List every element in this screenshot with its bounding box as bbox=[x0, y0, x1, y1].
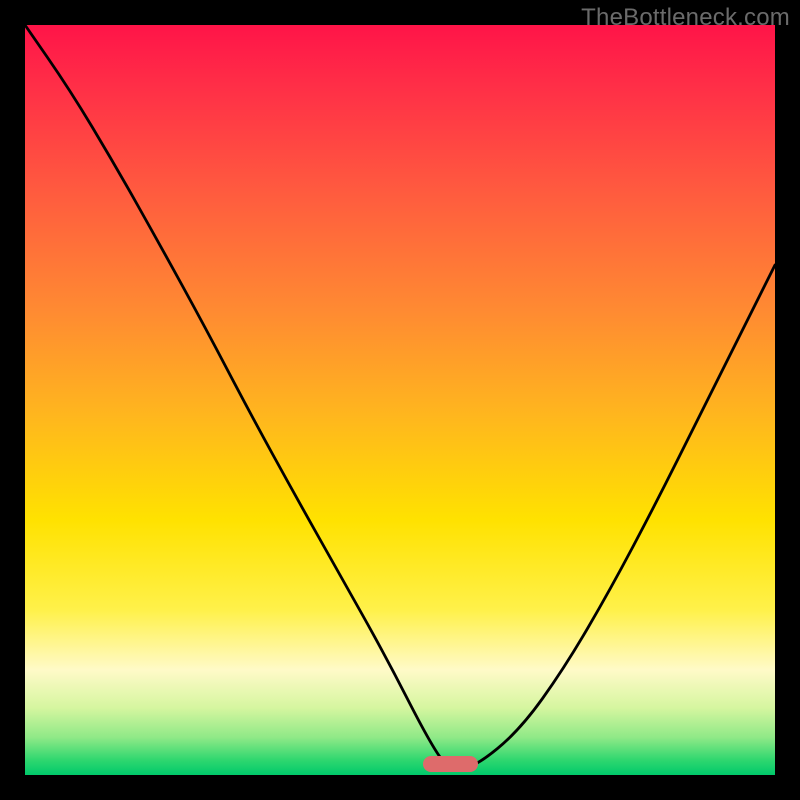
bottleneck-curve bbox=[25, 25, 775, 775]
chart-container: TheBottleneck.com bbox=[0, 0, 800, 800]
plot-area bbox=[25, 25, 775, 775]
optimal-marker bbox=[423, 756, 478, 772]
